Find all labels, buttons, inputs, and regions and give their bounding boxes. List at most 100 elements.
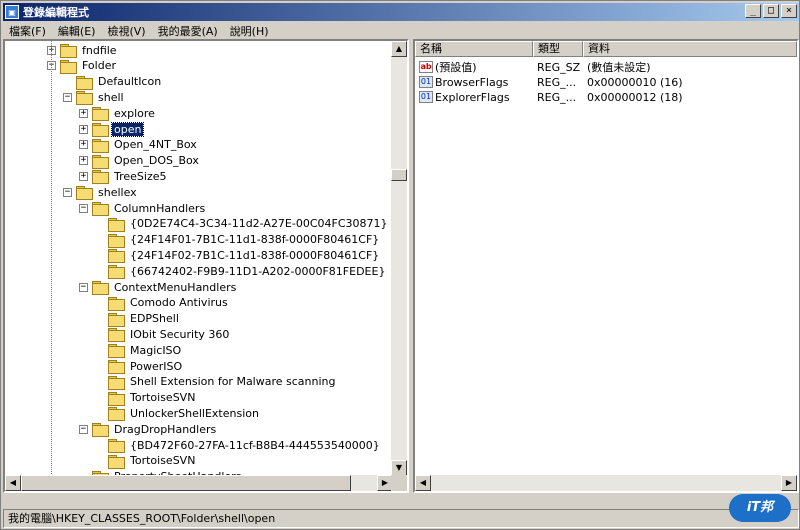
column-type-header[interactable]: 類型 [533, 41, 583, 57]
tree-node-label: Comodo Antivirus [130, 296, 228, 310]
tree-node[interactable]: Shell Extension for Malware scanning [95, 374, 338, 390]
expand-icon[interactable]: + [79, 171, 88, 181]
menu-view[interactable]: 檢視(V) [107, 23, 145, 39]
folder-icon [108, 296, 125, 311]
column-name-header[interactable]: 名稱 [415, 41, 533, 57]
value-type: REG_... [537, 75, 577, 89]
folder-icon [92, 423, 109, 438]
menu-file[interactable]: 檔案(F) [9, 23, 46, 39]
folder-icon [108, 375, 125, 390]
menu-help[interactable]: 說明(H) [230, 23, 269, 39]
value-row[interactable]: ab (預設值) REG_SZ (數值未設定) [415, 59, 797, 75]
value-data: 0x00000010 (16) [587, 75, 683, 89]
tree-node[interactable]: − ContextMenuHandlers [79, 279, 238, 295]
tree-node[interactable]: {0D2E74C4-3C34-11d2-A27E-00C04FC30871} [95, 216, 390, 232]
tree-node-label: {24F14F02-7B1C-11d1-838f-0000F80461CF} [130, 248, 380, 262]
list-scroll-left-button[interactable]: ◀ [415, 475, 431, 491]
value-name-cell: ab (預設值) [415, 59, 533, 75]
binary-value-icon: 01 [419, 76, 433, 88]
expand-icon[interactable]: + [79, 108, 88, 118]
expand-icon[interactable]: + [79, 156, 88, 166]
tree-node[interactable]: TortoiseSVN [95, 453, 197, 469]
regedit-window: ▣ 登錄編輯程式 _ □ × 檔案(F) 編輯(E) 檢視(V) 我的最愛(A)… [0, 0, 800, 530]
tree-node-label: Shell Extension for Malware scanning [130, 375, 336, 389]
tree-node[interactable]: − DragDropHandlers [79, 421, 218, 438]
tree-node[interactable]: + explore [79, 105, 157, 122]
tree-node-label: EDPShell [130, 312, 179, 326]
tree-node[interactable]: + Open_DOS_Box [79, 153, 201, 169]
collapse-icon[interactable]: − [63, 187, 72, 197]
tree-node[interactable]: − Folder [47, 58, 118, 74]
tree-node-label: explore [114, 106, 155, 120]
maximize-button[interactable]: □ [763, 4, 779, 18]
tree-vertical-scrollbar[interactable]: ▲ ▼ [391, 41, 407, 476]
expand-icon[interactable]: + [79, 140, 88, 150]
hscroll-thumb[interactable] [21, 475, 351, 491]
value-name-cell: 01 BrowserFlags [415, 76, 533, 89]
tree-node[interactable]: {66742402-F9B9-11D1-A202-0000F81FEDEE} [95, 263, 387, 280]
tree-node-label: PowerISO [130, 359, 183, 373]
value-row[interactable]: 01 ExplorerFlags REG_... 0x00000012 (18) [415, 89, 797, 105]
scroll-thumb[interactable] [391, 169, 407, 181]
value-name-cell: 01 ExplorerFlags [415, 91, 533, 104]
menu-bar: 檔案(F) 編輯(E) 檢視(V) 我的最愛(A) 說明(H) [3, 22, 799, 40]
tree-node-label: DragDropHandlers [114, 422, 217, 436]
tree-node[interactable]: IObit Security 360 [95, 326, 231, 343]
folder-icon [92, 107, 109, 122]
tree-node[interactable]: TortoiseSVN [95, 390, 197, 406]
tree-node[interactable]: UnlockerShellExtension [95, 405, 261, 422]
registry-tree-pane[interactable]: + fndfile − Folder DefaultIcon − shell + explore… [3, 39, 409, 493]
folder-icon [60, 59, 77, 74]
value-type: REG_SZ [537, 60, 581, 74]
collapse-icon[interactable]: − [79, 203, 88, 213]
title-bar[interactable]: ▣ 登錄編輯程式 _ □ × [3, 3, 799, 21]
tree-node[interactable]: PowerISO [95, 358, 184, 374]
string-value-icon: ab [419, 61, 433, 73]
tree-node[interactable]: + TreeSize5 [79, 168, 169, 185]
tree-node[interactable]: MagicISO [95, 342, 183, 359]
tree-node[interactable]: EDPShell [95, 311, 181, 327]
tree-node-label: ContextMenuHandlers [114, 280, 237, 294]
scroll-up-button[interactable]: ▲ [391, 41, 407, 57]
tree-node[interactable]: + open [79, 121, 145, 137]
values-list-pane[interactable]: 名稱 類型 資料 ab (預設值) REG_SZ (數值未設定) 01 BrowserFl… [413, 39, 799, 493]
value-type: REG_... [537, 90, 577, 104]
list-scroll-right-button[interactable]: ▶ [781, 475, 797, 491]
collapse-icon[interactable]: − [79, 424, 88, 434]
folder-icon [92, 281, 109, 295]
tree-node[interactable]: − ColumnHandlers [79, 200, 207, 216]
tree-node[interactable]: {24F14F01-7B1C-11d1-838f-0000F80461CF} [95, 232, 381, 248]
tree-node[interactable]: {BD472F60-27FA-11cf-B8B4-444553540000} [95, 437, 382, 453]
folder-icon [76, 75, 93, 90]
menu-favorites[interactable]: 我的最愛(A) [158, 23, 218, 39]
tree-node[interactable]: DefaultIcon [63, 74, 163, 90]
column-data-header[interactable]: 資料 [583, 41, 797, 57]
folder-icon [108, 360, 125, 374]
minimize-button[interactable]: _ [745, 4, 761, 18]
collapse-icon[interactable]: − [63, 92, 72, 102]
folder-icon [108, 454, 125, 469]
ithome-watermark-logo: iT邦 [729, 494, 791, 522]
collapse-icon[interactable]: − [79, 282, 88, 292]
tree-node-label: fndfile [82, 43, 117, 57]
tree-node[interactable]: − shell [63, 89, 126, 106]
list-horizontal-scrollbar[interactable]: ◀ ▶ [415, 475, 797, 491]
tree-node-label: open [110, 121, 145, 137]
expand-icon[interactable]: + [79, 124, 88, 134]
tree-node[interactable]: + fndfile [47, 42, 119, 58]
tree-horizontal-scrollbar[interactable]: ◀ ▶ [5, 475, 393, 491]
tree-node[interactable]: + Open_4NT_Box [79, 137, 199, 153]
scroll-left-button[interactable]: ◀ [5, 475, 21, 491]
registry-tree: + fndfile − Folder DefaultIcon − shell + explore… [5, 41, 393, 476]
scroll-down-button[interactable]: ▼ [391, 460, 407, 476]
tree-node[interactable]: − shellex [63, 184, 139, 201]
tree-node-label: Open_DOS_Box [114, 154, 199, 168]
scroll-corner [391, 475, 407, 491]
folder-icon [108, 265, 125, 280]
tree-node-label: {66742402-F9B9-11D1-A202-0000F81FEDEE} [130, 264, 386, 278]
close-button[interactable]: × [781, 4, 797, 18]
value-row[interactable]: 01 BrowserFlags REG_... 0x00000010 (16) [415, 74, 797, 90]
tree-node[interactable]: {24F14F02-7B1C-11d1-838f-0000F80461CF} [95, 247, 381, 264]
menu-edit[interactable]: 編輯(E) [58, 23, 96, 39]
tree-node[interactable]: Comodo Antivirus [95, 295, 230, 311]
